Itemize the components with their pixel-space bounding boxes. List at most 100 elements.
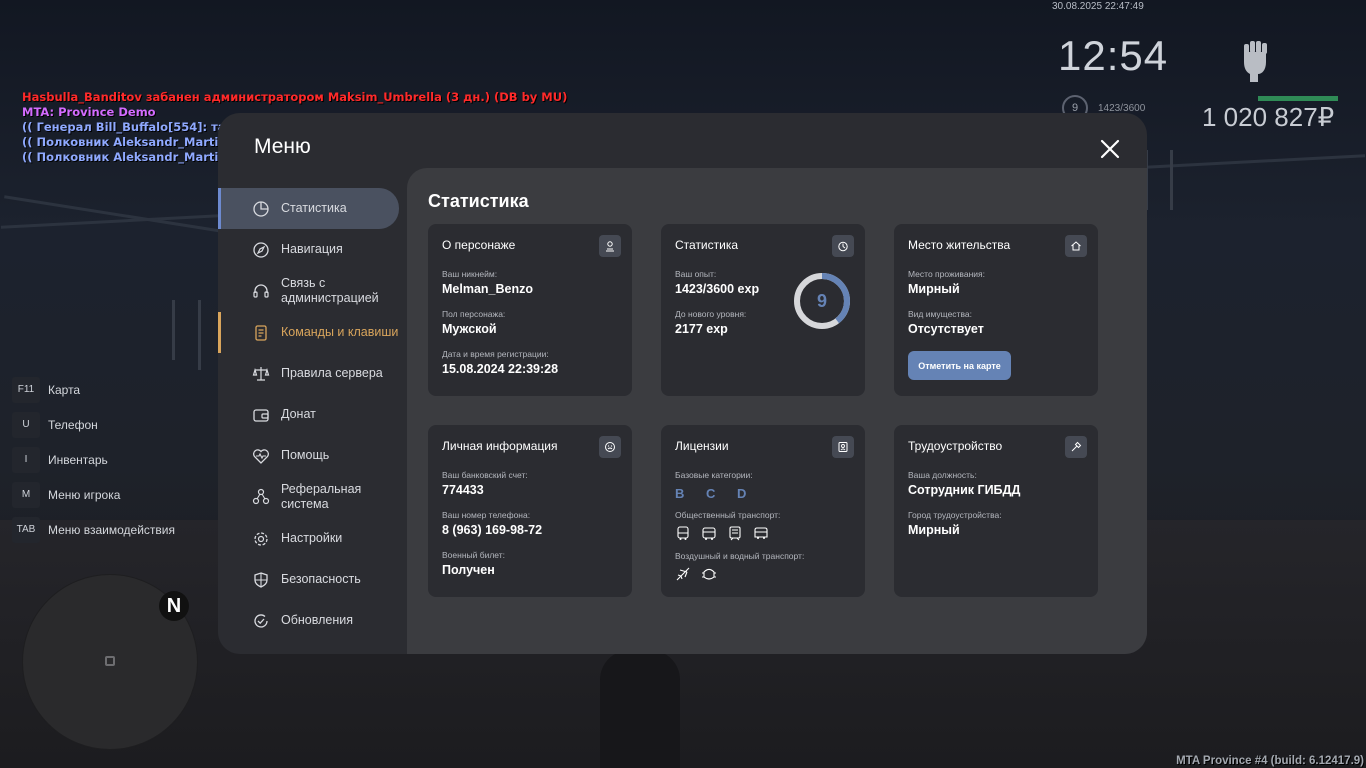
tram-icon (729, 526, 741, 541)
key-label: Меню игрока (48, 487, 121, 502)
key-badge: M (12, 481, 40, 508)
minibus-icon (754, 527, 768, 539)
position-label: Ваша должность: (908, 470, 977, 480)
license-categories: B C D (675, 486, 756, 501)
nickname-label: Ваш никнейм: (442, 269, 498, 279)
keybind-row: M Меню игрока (12, 477, 175, 512)
sidebar-item-navigation[interactable]: Навигация (218, 229, 407, 270)
bank-account-label: Ваш банковский счет: (442, 470, 528, 480)
sidebar-item-help[interactable]: Помощь (218, 435, 407, 476)
card-title: О персонаже (442, 238, 516, 252)
home-icon (1065, 235, 1087, 257)
menu-title: Меню (254, 135, 311, 158)
user-stamp-icon (599, 235, 621, 257)
air-water-transport-icons (675, 566, 851, 582)
registration-value: 15.08.2024 22:39:28 (442, 362, 559, 376)
card-personal-info: Личная информация Ваш банковский счет: 7… (428, 425, 632, 597)
residence-value: Мирный (908, 282, 960, 296)
plane-icon (676, 567, 690, 581)
hud-clock: 12:54 (1058, 32, 1169, 79)
public-transport-label: Общественный транспорт: (675, 510, 781, 520)
hammer-icon (1065, 436, 1087, 458)
page-title: Статистика (428, 191, 529, 211)
sidebar-item-contact-admin[interactable]: Связь с администрацией (218, 270, 379, 312)
build-info: MTA Province #4 (build: 6.12417.9) (1176, 755, 1364, 767)
timer-icon (832, 235, 854, 257)
keybind-hints: F11 Карта U Телефон I Инвентарь M Меню и… (12, 372, 175, 547)
close-icon[interactable] (1098, 137, 1122, 161)
registration-label: Дата и время регистрации: (442, 349, 549, 359)
card-character: О персонаже Ваш никнейм: Melman_Benzo По… (428, 224, 632, 396)
wallet-icon (253, 408, 269, 422)
sidebar-item-label: Связь с администрацией (281, 276, 379, 305)
minimap-player-marker (105, 656, 115, 666)
phone-value: 8 (963) 169-98-72 (442, 523, 543, 537)
sidebar-item-label: Навигация (281, 242, 343, 256)
level-progress-ring: 9 (793, 272, 851, 330)
sidebar-item-label: Настройки (281, 531, 343, 545)
card-title: Трудоустройство (908, 439, 1003, 453)
sidebar-item-updates[interactable]: Обновления (218, 600, 407, 641)
mark-on-map-button[interactable]: Отметить на карте (908, 351, 1011, 380)
sidebar-item-label: Команды и клавиши (281, 325, 399, 339)
sidebar-item-rules[interactable]: Правила сервера (218, 353, 407, 394)
air-water-transport-label: Воздушный и водный транспорт: (675, 551, 805, 561)
content-panel: Статистика О персонаже Ваш никнейм: Melm… (407, 168, 1147, 654)
sidebar-item-label: Помощь (281, 448, 330, 462)
phone-label: Ваш номер телефона: (442, 510, 531, 520)
gear-icon (254, 531, 268, 546)
key-badge: F11 (12, 376, 40, 403)
card-title: Статистика (675, 238, 739, 252)
card-licenses: Лицензии Базовые категории: B C D Общест… (661, 425, 865, 597)
sidebar-item-label: Правила сервера (281, 366, 383, 380)
key-label: Карта (48, 382, 81, 397)
keybind-row: U Телефон (12, 407, 175, 442)
key-badge: TAB (12, 516, 40, 543)
menu-window: Меню Статистика Навигация Связь с админи… (218, 113, 1147, 654)
sidebar-item-statistics[interactable]: Статистика (218, 188, 399, 229)
face-icon (599, 436, 621, 458)
gender-value: Мужской (442, 322, 497, 336)
menu-sidebar: Статистика Навигация Связь с администрац… (218, 188, 407, 641)
sidebar-item-donate[interactable]: Донат (218, 394, 407, 435)
sidebar-item-label: Безопасность (281, 572, 361, 586)
property-value: Отсутствует (908, 322, 984, 336)
keybind-row: F11 Карта (12, 372, 175, 407)
military-id-label: Военный билет: (442, 550, 506, 560)
base-categories-label: Базовые категории: (675, 470, 753, 480)
sidebar-item-label: Донат (281, 407, 316, 421)
nickname-value: Melman_Benzo (442, 282, 533, 296)
residence-label: Место проживания: (908, 269, 985, 279)
refresh-check-icon (254, 613, 268, 628)
key-badge: U (12, 411, 40, 438)
work-city-value: Мирный (908, 523, 960, 537)
public-transport-icons (675, 525, 851, 541)
player-figure (600, 650, 680, 768)
position-value: Сотрудник ГИБДД (908, 483, 1021, 497)
chat-line: Hasbulla_Banditov забанен администраторо… (22, 90, 568, 104)
minimap-north-indicator: N (159, 591, 189, 621)
sidebar-item-label: Статистика (281, 201, 347, 215)
boat-icon (702, 568, 716, 580)
card-residence: Место жительства Место проживания: Мирны… (894, 224, 1098, 396)
sidebar-item-referral[interactable]: Реферальная система (218, 476, 368, 518)
compass-icon (253, 241, 269, 258)
id-card-icon (832, 436, 854, 458)
fist-icon (1244, 41, 1267, 82)
document-icon (255, 324, 267, 341)
hud-money: 1 020 827₽ (1202, 102, 1335, 132)
key-label: Меню взаимодействия (48, 522, 175, 537)
property-label: Вид имущества: (908, 309, 972, 319)
sidebar-item-security[interactable]: Безопасность (218, 559, 407, 600)
hud-health-bar (1258, 96, 1338, 101)
keybind-row: I Инвентарь (12, 442, 175, 477)
work-city-label: Город трудоустройства: (908, 510, 1002, 520)
headset-icon (253, 284, 269, 298)
trolleybus-icon (702, 527, 716, 540)
keybind-row: TAB Меню взаимодействия (12, 512, 175, 547)
sidebar-item-label: Обновления (281, 613, 353, 627)
scales-icon (252, 366, 270, 381)
sidebar-item-settings[interactable]: Настройки (218, 518, 407, 559)
sidebar-item-commands[interactable]: Команды и клавиши (218, 312, 407, 353)
shield-icon (254, 571, 268, 588)
